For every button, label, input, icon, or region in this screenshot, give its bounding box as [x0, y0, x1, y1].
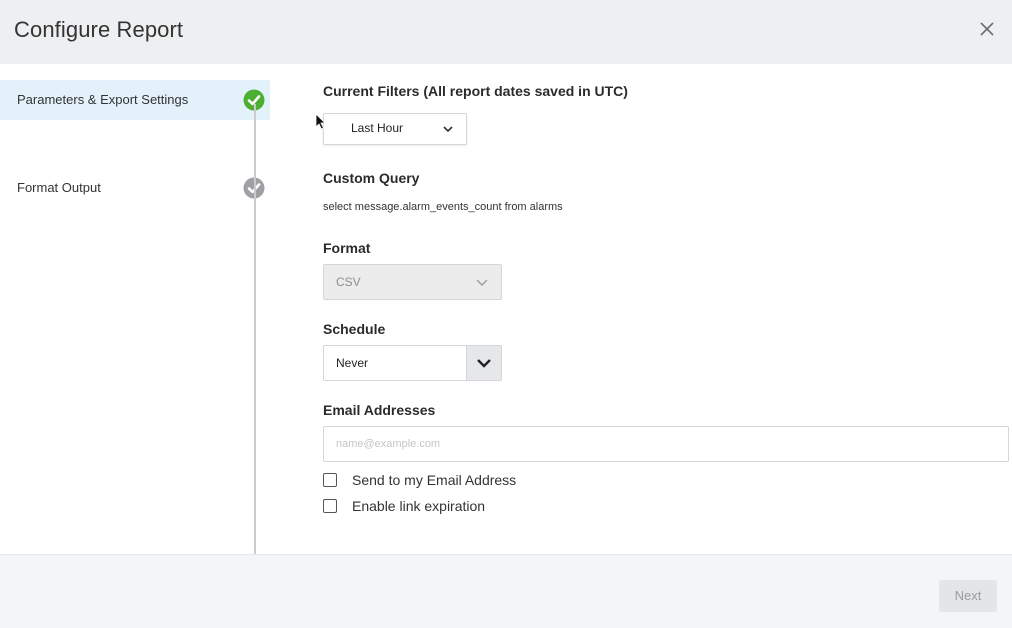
format-label: Format: [323, 240, 371, 256]
schedule-dropdown-button[interactable]: [466, 346, 501, 380]
schedule-label: Schedule: [323, 321, 386, 337]
custom-query-text: select message.alarm_events_count from a…: [323, 201, 563, 213]
steps-sidebar: Parameters & Export Settings Format Outp…: [0, 64, 290, 554]
schedule-value: Never: [336, 356, 369, 370]
email-label: Email Addresses: [323, 402, 436, 418]
step-parameters-export[interactable]: Parameters & Export Settings: [0, 80, 270, 120]
checkbox-label: Enable link expiration: [352, 498, 486, 514]
mouse-pointer-icon: [316, 114, 326, 130]
schedule-select[interactable]: Never: [323, 345, 502, 381]
send-to-my-email-checkbox[interactable]: [323, 473, 337, 487]
format-value: CSV: [336, 275, 361, 289]
time-filter-value: Last Hour: [351, 121, 404, 135]
close-icon: [980, 22, 994, 36]
chevron-down-icon: [443, 126, 453, 133]
step-format-output[interactable]: Format Output: [0, 168, 270, 208]
next-button[interactable]: Next: [939, 580, 997, 612]
filters-label: Current Filters (All report dates saved …: [323, 83, 628, 99]
email-input[interactable]: [323, 426, 1009, 462]
step-label: Format Output: [17, 180, 101, 195]
checkbox-label: Send to my Email Address: [352, 472, 517, 488]
chevron-down-icon: [476, 279, 488, 286]
step-label: Parameters & Export Settings: [17, 92, 189, 107]
custom-query-label: Custom Query: [323, 170, 420, 186]
dialog-footer: Next: [0, 554, 1012, 628]
dialog-header: Configure Report: [0, 0, 1012, 64]
step-connector: [254, 104, 256, 554]
time-filter-dropdown[interactable]: Last Hour: [323, 113, 467, 145]
chevron-down-icon: [477, 359, 491, 368]
close-button[interactable]: [976, 18, 998, 40]
enable-link-expiration-checkbox[interactable]: [323, 499, 337, 513]
dialog-title: Configure Report: [14, 17, 184, 42]
format-select[interactable]: CSV: [323, 264, 502, 300]
settings-form: Current Filters (All report dates saved …: [323, 64, 1012, 554]
